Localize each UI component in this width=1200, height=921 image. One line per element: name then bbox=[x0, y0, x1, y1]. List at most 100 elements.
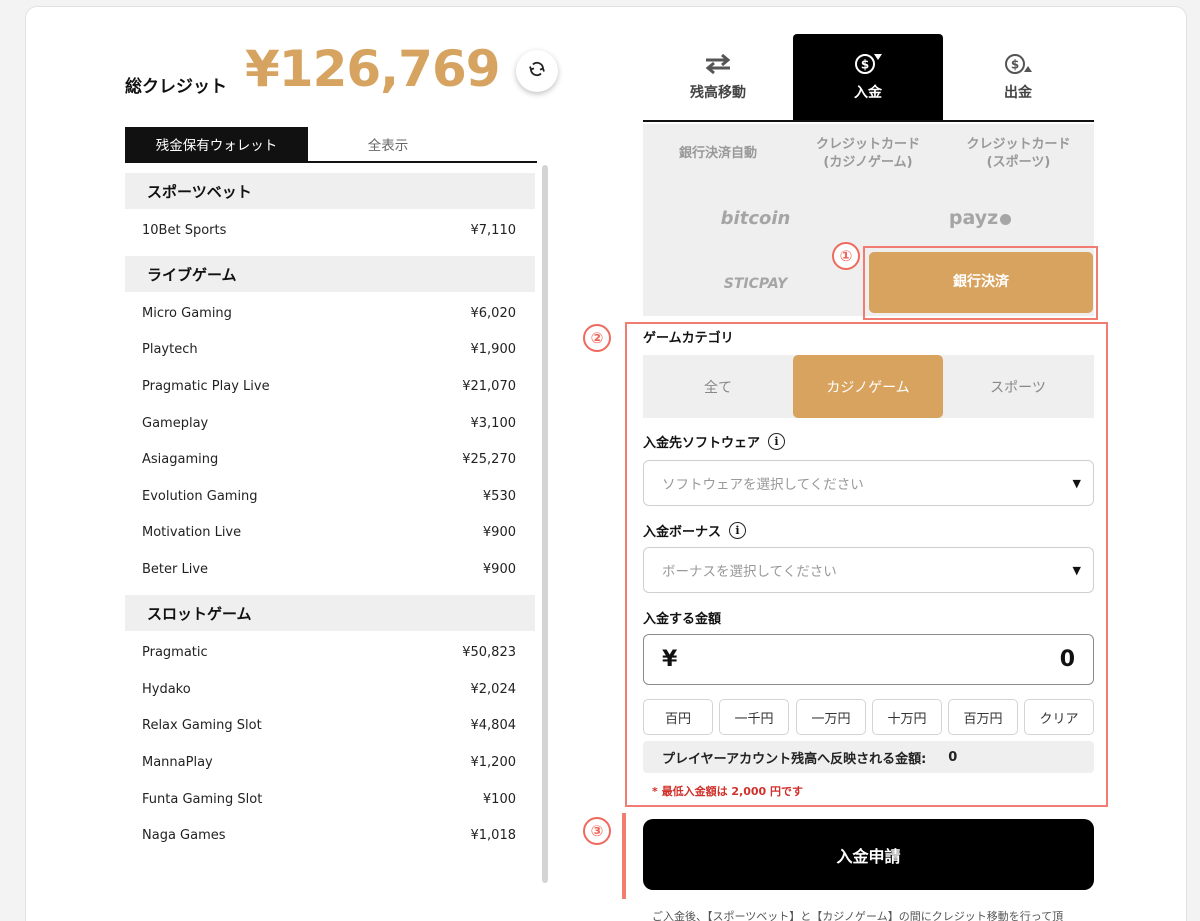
dollar-down-icon: $ bbox=[853, 52, 883, 76]
category-live: ライブゲーム bbox=[125, 256, 535, 292]
quick-100-button[interactable]: 百円 bbox=[643, 699, 713, 735]
payz-logo: payz bbox=[948, 207, 999, 230]
tab-deposit[interactable]: $ 入金 bbox=[793, 34, 943, 120]
bitcoin-logo: bitcoin bbox=[720, 207, 791, 229]
info-icon[interactable]: i bbox=[729, 522, 747, 539]
wallet-row-name: Beter Live bbox=[142, 561, 209, 577]
info-icon[interactable]: i bbox=[768, 433, 786, 450]
method-bitcoin[interactable]: bitcoin bbox=[683, 199, 828, 239]
amount-input[interactable]: ¥ 0 bbox=[643, 634, 1094, 685]
wallet-row-value: ¥530 bbox=[482, 488, 516, 504]
wallet-scrollbar[interactable] bbox=[542, 165, 548, 883]
method-credit-casino[interactable]: クレジットカード (カジノゲーム) bbox=[793, 124, 943, 184]
tab-show-all[interactable]: 全表示 bbox=[308, 127, 468, 161]
wallet-row: Pragmatic ¥50,823 bbox=[125, 634, 535, 670]
transfer-arrows-icon bbox=[703, 52, 733, 76]
wallet-row: Relax Gaming Slot ¥4,804 bbox=[125, 707, 535, 743]
step1-badge: ① bbox=[832, 242, 860, 270]
wallet-row-value: ¥2,024 bbox=[470, 681, 517, 697]
dropdown-arrow-icon: ▼ bbox=[1072, 476, 1081, 490]
wallet-row-value: ¥7,110 bbox=[470, 222, 517, 238]
wallet-row-value: ¥4,804 bbox=[470, 717, 517, 733]
wallet-row-value: ¥1,200 bbox=[470, 754, 517, 770]
svg-text:$: $ bbox=[1011, 58, 1019, 72]
wallet-row: Beter Live ¥900 bbox=[125, 551, 535, 587]
currency-symbol: ¥ bbox=[662, 647, 678, 672]
bonus-label: 入金ボーナス i bbox=[643, 521, 747, 540]
software-select[interactable]: ソフトウェアを選択してください ▼ bbox=[643, 460, 1094, 506]
wallet-row-name: 10Bet Sports bbox=[142, 222, 227, 238]
wallet-row-name: Pragmatic Play Live bbox=[142, 378, 270, 394]
sticpay-logo: STICPAY bbox=[723, 275, 788, 292]
clear-button[interactable]: クリア bbox=[1024, 699, 1094, 735]
wallet-row-name: Evolution Gaming bbox=[142, 488, 258, 504]
bonus-placeholder: ボーナスを選択してください bbox=[662, 564, 837, 580]
quick-100000-button[interactable]: 十万円 bbox=[872, 699, 942, 735]
amount-label: 入金する金額 bbox=[643, 612, 722, 627]
wallet-row: Pragmatic Play Live ¥21,070 bbox=[125, 368, 535, 404]
bonus-select[interactable]: ボーナスを選択してください ▼ bbox=[643, 547, 1094, 593]
quick-1000000-button[interactable]: 百万円 bbox=[948, 699, 1018, 735]
deposit-submit-button[interactable]: 入金申請 bbox=[643, 819, 1094, 890]
quick-10000-button[interactable]: 一万円 bbox=[796, 699, 866, 735]
reflected-amount-label: プレイヤーアカウント残高へ反映される金額: bbox=[662, 751, 927, 767]
segment-casino[interactable]: カジノゲーム bbox=[793, 355, 943, 418]
tab-label: 残高移動 bbox=[690, 85, 746, 101]
wallet-row: Asiagaming ¥25,270 bbox=[125, 441, 535, 477]
method-payz[interactable]: payz bbox=[905, 199, 1055, 239]
tab-withdraw[interactable]: $ 出金 bbox=[943, 34, 1093, 120]
method-label-line1: クレジットカード bbox=[966, 137, 1071, 153]
transaction-tabs: 残高移動 $ 入金 $ 出金 bbox=[643, 34, 1094, 122]
wallet-row-value: ¥900 bbox=[482, 561, 516, 577]
wallet-row: MannaPlay ¥1,200 bbox=[125, 744, 535, 780]
wallet-row-value: ¥6,020 bbox=[470, 305, 517, 321]
category-sports: スポーツベット bbox=[125, 173, 535, 209]
wallet-row: Gameplay ¥3,100 bbox=[125, 405, 535, 441]
quick-1000-button[interactable]: 一千円 bbox=[719, 699, 789, 735]
wallet-row: Hydako ¥2,024 bbox=[125, 671, 535, 707]
segment-all[interactable]: 全て bbox=[643, 355, 793, 418]
wallet-row: Motivation Live ¥900 bbox=[125, 514, 535, 550]
wallet-row-name: Gameplay bbox=[142, 415, 209, 431]
reflected-amount-value: 0 bbox=[948, 749, 958, 765]
refresh-button[interactable] bbox=[516, 50, 558, 92]
method-label: クレジットカード (カジノゲーム) bbox=[816, 136, 920, 171]
method-bank-auto[interactable]: 銀行決済自動 bbox=[643, 124, 793, 184]
method-sticpay[interactable]: STICPAY bbox=[683, 266, 828, 302]
wallet-row-value: ¥1,018 bbox=[470, 827, 517, 843]
wallet-row-name: Naga Games bbox=[142, 827, 226, 843]
step2-badge: ② bbox=[583, 324, 611, 352]
step3-highlight bbox=[622, 813, 626, 899]
tab-label: 出金 bbox=[1004, 85, 1032, 101]
amount-value: 0 bbox=[1059, 647, 1075, 672]
game-category-label: ゲームカテゴリ bbox=[643, 331, 734, 346]
wallet-row-name: Playtech bbox=[142, 341, 198, 357]
method-credit-sports[interactable]: クレジットカード (スポーツ) bbox=[943, 124, 1094, 184]
wallet-row-name: Relax Gaming Slot bbox=[142, 717, 262, 733]
software-label-text: 入金先ソフトウェア bbox=[643, 436, 761, 451]
wallet-row-name: Motivation Live bbox=[142, 524, 242, 540]
dropdown-arrow-icon: ▼ bbox=[1072, 563, 1081, 577]
category-slots: スロットゲーム bbox=[125, 595, 535, 631]
wallet-row-name: Asiagaming bbox=[142, 451, 219, 467]
minimum-deposit-note: * 最低入金額は 2,000 円です bbox=[652, 785, 804, 798]
wallet-row-value: ¥3,100 bbox=[470, 415, 517, 431]
wallet-row-name: Funta Gaming Slot bbox=[142, 791, 263, 807]
wallet-row: Playtech ¥1,900 bbox=[125, 331, 535, 367]
wallet-row-value: ¥100 bbox=[482, 791, 516, 807]
method-label: クレジットカード (スポーツ) bbox=[966, 136, 1070, 171]
wallet-row: Funta Gaming Slot ¥100 bbox=[125, 781, 535, 817]
tab-wallet-with-balance[interactable]: 残金保有ウォレット bbox=[125, 127, 308, 161]
method-label: 銀行決済自動 bbox=[678, 146, 757, 162]
segment-sports[interactable]: スポーツ bbox=[943, 355, 1093, 418]
method-label-line2: (スポーツ) bbox=[986, 155, 1051, 170]
wallet-row: Evolution Gaming ¥530 bbox=[125, 478, 535, 514]
refresh-icon bbox=[527, 59, 547, 83]
wallet-row-value: ¥50,823 bbox=[462, 644, 516, 660]
wallet-row: Naga Games ¥1,018 bbox=[125, 817, 535, 853]
wallet-list: スポーツベット 10Bet Sports ¥7,110 ライブゲーム Micro … bbox=[125, 173, 535, 853]
tab-balance-transfer[interactable]: 残高移動 bbox=[643, 34, 793, 120]
total-credit-label: 総クレジット bbox=[125, 77, 227, 97]
wallet-row: 10Bet Sports ¥7,110 bbox=[125, 212, 535, 248]
wallet-row: Micro Gaming ¥6,020 bbox=[125, 295, 535, 331]
